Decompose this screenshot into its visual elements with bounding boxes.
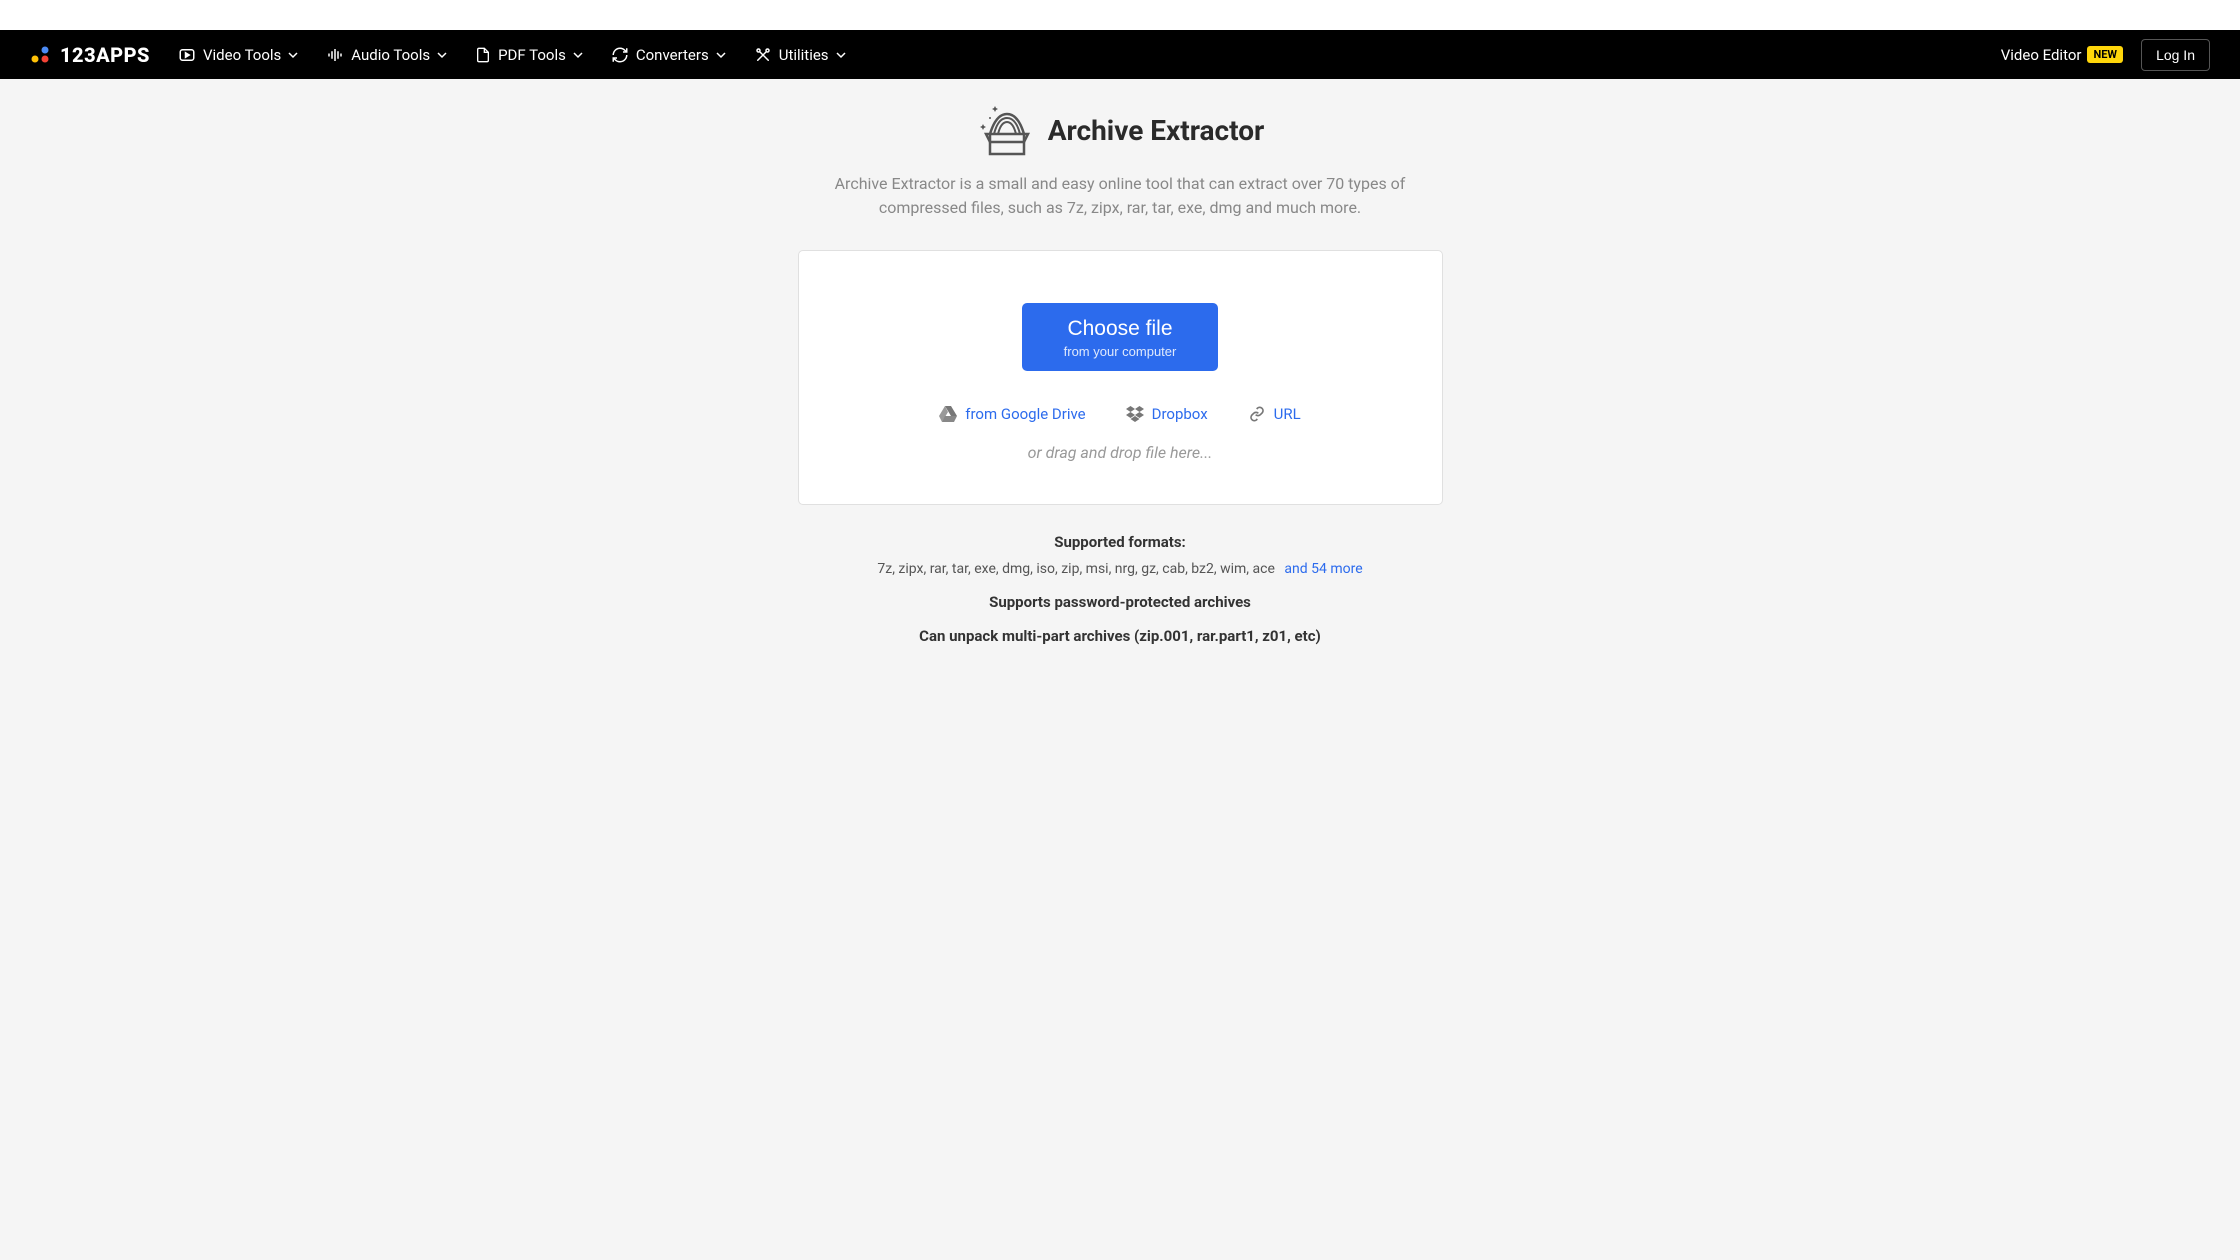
info-section: Supported formats: 7z, zipx, rar, tar, e… bbox=[877, 533, 1362, 645]
chevron-down-icon bbox=[437, 50, 447, 60]
nav-label: Audio Tools bbox=[351, 46, 430, 64]
title-section: Archive Extractor bbox=[976, 104, 1265, 156]
video-icon bbox=[178, 46, 196, 64]
video-editor-label: Video Editor bbox=[2001, 46, 2082, 64]
top-white-bar bbox=[0, 0, 2240, 30]
choose-file-button[interactable]: Choose file from your computer bbox=[1022, 303, 1219, 371]
nav-label: Converters bbox=[636, 46, 709, 64]
chevron-down-icon bbox=[716, 50, 726, 60]
drag-drop-text: or drag and drop file here... bbox=[1028, 443, 1213, 462]
nav-converters[interactable]: Converters bbox=[611, 46, 726, 64]
page-title: Archive Extractor bbox=[1048, 114, 1265, 147]
nav-label: Utilities bbox=[779, 46, 829, 64]
feature-password: Supports password-protected archives bbox=[989, 593, 1251, 611]
login-button[interactable]: Log In bbox=[2141, 39, 2210, 71]
video-editor-link[interactable]: Video Editor NEW bbox=[2001, 46, 2123, 64]
header-right: Video Editor NEW Log In bbox=[2001, 39, 2210, 71]
nav-video-tools[interactable]: Video Tools bbox=[178, 46, 298, 64]
url-link[interactable]: URL bbox=[1248, 405, 1301, 423]
link-icon bbox=[1248, 406, 1266, 422]
nav-label: PDF Tools bbox=[498, 46, 566, 64]
choose-file-label: Choose file bbox=[1067, 317, 1172, 341]
more-formats-link[interactable]: and 54 more bbox=[1284, 561, 1362, 577]
nav-utilities[interactable]: Utilities bbox=[754, 46, 846, 64]
logo[interactable]: 123APPS bbox=[30, 43, 150, 67]
audio-icon bbox=[326, 46, 344, 64]
logo-dots-icon bbox=[30, 46, 52, 64]
page-description: Archive Extractor is a small and easy on… bbox=[830, 172, 1410, 220]
formats-list: 7z, zipx, rar, tar, exe, dmg, iso, zip, … bbox=[877, 561, 1362, 577]
google-drive-link[interactable]: from Google Drive bbox=[939, 405, 1085, 423]
formats-text: 7z, zipx, rar, tar, exe, dmg, iso, zip, … bbox=[877, 561, 1275, 577]
utilities-icon bbox=[754, 46, 772, 64]
archive-extractor-icon bbox=[976, 104, 1038, 156]
dropbox-label: Dropbox bbox=[1152, 405, 1208, 423]
nav-label: Video Tools bbox=[203, 46, 281, 64]
choose-file-sublabel: from your computer bbox=[1064, 344, 1177, 359]
nav-pdf-tools[interactable]: PDF Tools bbox=[475, 46, 583, 64]
logo-text: 123APPS bbox=[60, 43, 150, 67]
header-left: 123APPS Video Tools bbox=[30, 43, 846, 67]
chevron-down-icon bbox=[573, 50, 583, 60]
feature-multipart: Can unpack multi-part archives (zip.001,… bbox=[919, 627, 1321, 645]
main-content: Archive Extractor Archive Extractor is a… bbox=[0, 79, 2240, 645]
main-header: 123APPS Video Tools bbox=[0, 30, 2240, 79]
dropbox-link[interactable]: Dropbox bbox=[1126, 405, 1208, 423]
google-drive-icon bbox=[939, 406, 957, 422]
dropbox-icon bbox=[1126, 406, 1144, 422]
source-links: from Google Drive Dropbox bbox=[939, 405, 1300, 423]
supported-formats-label: Supported formats: bbox=[1054, 533, 1186, 551]
google-drive-label: from Google Drive bbox=[965, 405, 1085, 423]
converters-icon bbox=[611, 46, 629, 64]
new-badge: NEW bbox=[2087, 46, 2123, 63]
chevron-down-icon bbox=[288, 50, 298, 60]
pdf-icon bbox=[475, 46, 491, 64]
chevron-down-icon bbox=[836, 50, 846, 60]
nav-audio-tools[interactable]: Audio Tools bbox=[326, 46, 447, 64]
upload-card: Choose file from your computer from Goog… bbox=[798, 250, 1443, 505]
url-label: URL bbox=[1274, 405, 1301, 423]
